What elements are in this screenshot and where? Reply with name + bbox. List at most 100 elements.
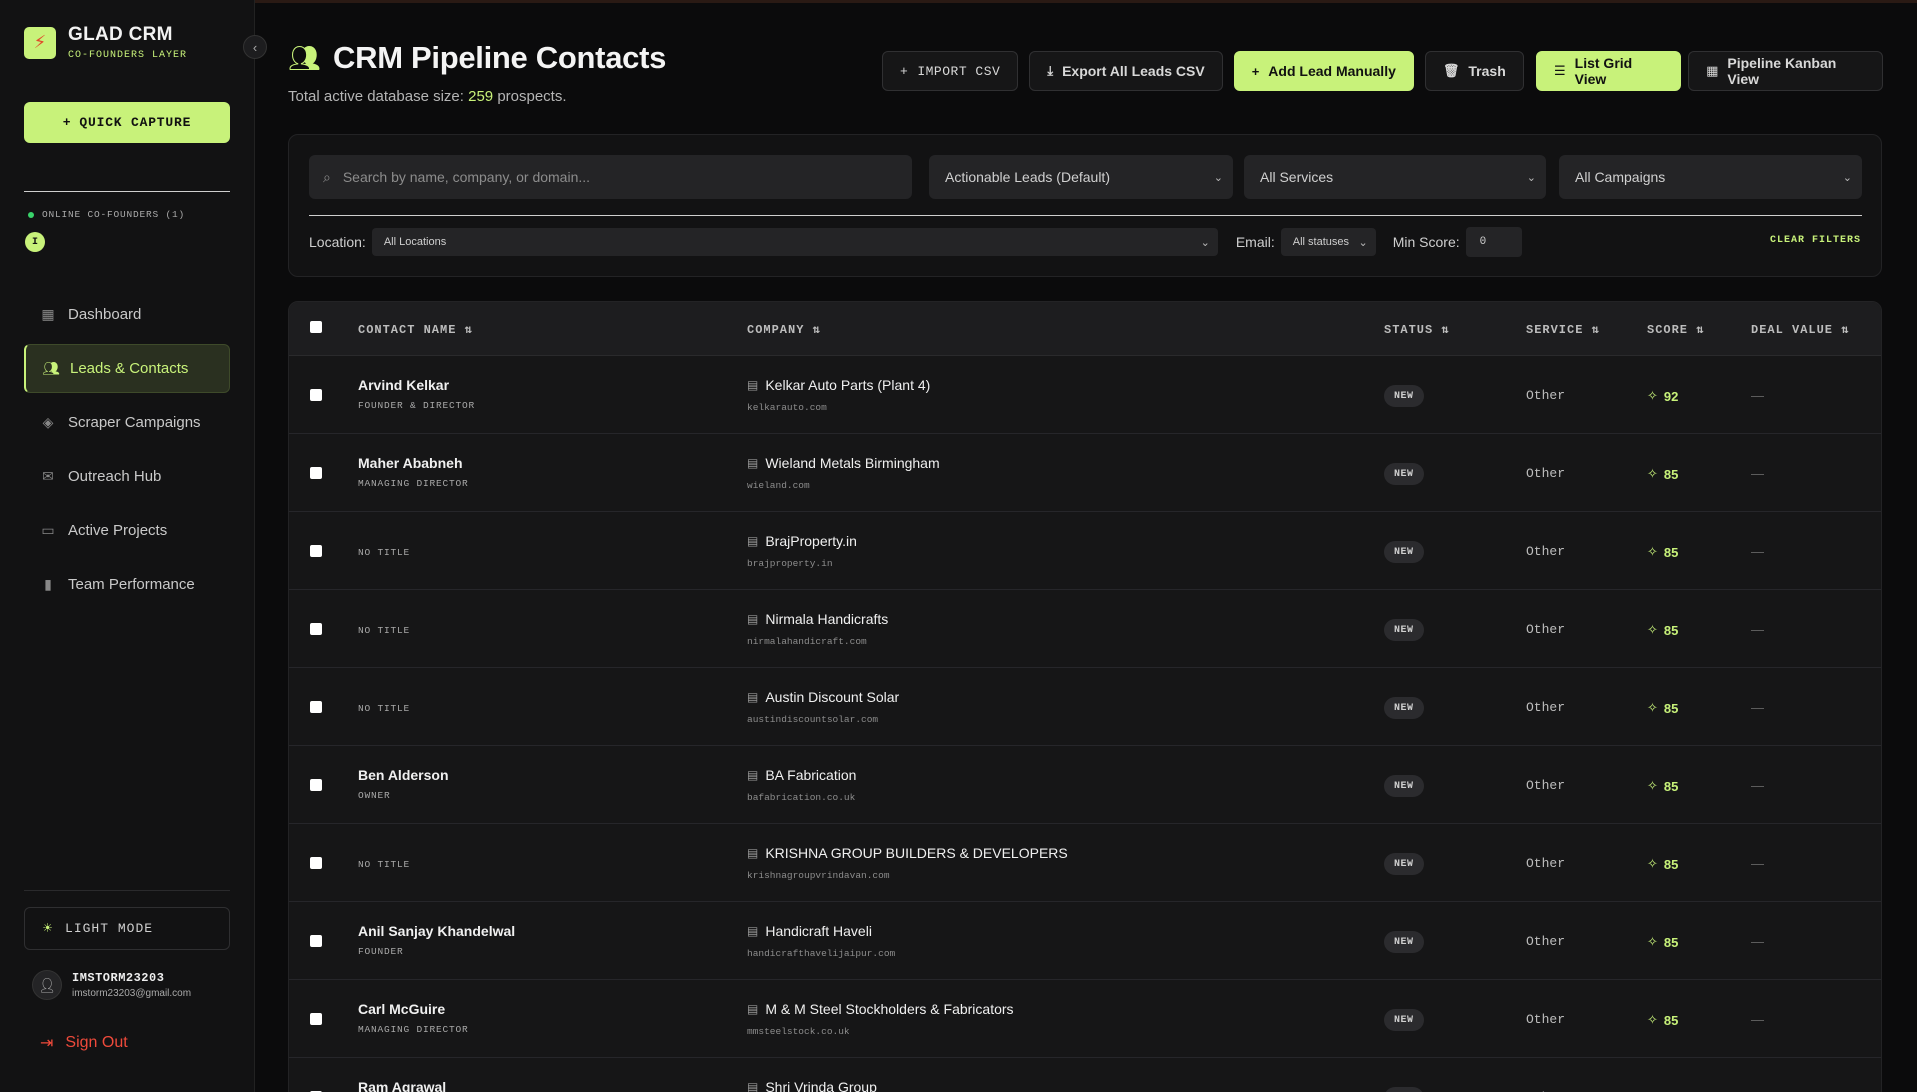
company-name[interactable]: ▤ KRISHNA GROUP BUILDERS & DEVELOPERS (747, 845, 1068, 861)
company-label: BrajProperty.in (765, 533, 857, 549)
light-mode-toggle[interactable]: ☀ LIGHT MODE (24, 907, 230, 950)
select-all-checkbox[interactable] (310, 321, 322, 333)
table-row[interactable]: Carl McGuire MANAGING DIRECTOR ▤ M & M Stee… (289, 980, 1881, 1058)
row-checkbox[interactable] (310, 389, 322, 401)
row-checkbox[interactable] (310, 1013, 322, 1025)
table-header: CONTACT NAME ⇅ COMPANY ⇅ STATUS ⇅ SERVIC… (289, 302, 1881, 356)
table-row[interactable]: NO TITLE ▤ BrajProperty.in brajproperty.in N… (289, 512, 1881, 590)
column-deal-value[interactable]: DEAL VALUE ⇅ (1751, 322, 1849, 337)
list-grid-view-button[interactable]: ☰ List Grid View (1536, 51, 1682, 91)
download-icon: ⤓ (1047, 63, 1054, 78)
sidebar-item-leads-contacts[interactable]: 👥︎ Leads & Contacts (24, 344, 230, 393)
contacts-table: CONTACT NAME ⇅ COMPANY ⇅ STATUS ⇅ SERVIC… (288, 301, 1882, 1092)
row-checkbox[interactable] (310, 545, 322, 557)
company-name[interactable]: ▤ Wieland Metals Birmingham (747, 455, 940, 471)
table-row[interactable]: Ben Alderson OWNER ▤ BA Fabrication bafabric… (289, 746, 1881, 824)
contact-name[interactable]: Ben Alderson (358, 767, 449, 783)
sidebar-nav: ▦ Dashboard 👥︎ Leads & Contacts ◈ Scrape… (24, 290, 230, 614)
contact-name[interactable]: Ram Agrawal (358, 1079, 446, 1092)
cofounder-avatar[interactable]: I (25, 232, 45, 252)
email-status-select[interactable]: All statuses ⌄ (1280, 228, 1376, 256)
company-name[interactable]: ▤ Handicraft Haveli (747, 923, 872, 939)
sidebar-item-scraper-campaigns[interactable]: ◈ Scraper Campaigns (24, 398, 230, 447)
company-label: Handicraft Haveli (765, 923, 872, 939)
sidebar-item-active-projects[interactable]: ▭ Active Projects (24, 506, 230, 555)
contact-name[interactable]: Maher Ababneh (358, 455, 463, 471)
sidebar-item-dashboard[interactable]: ▦ Dashboard (24, 290, 230, 339)
table-row[interactable]: NO TITLE ▤ Austin Discount Solar austindisc… (289, 668, 1881, 746)
status-badge: NEW (1384, 463, 1424, 485)
contact-title: NO TITLE (358, 859, 411, 870)
contact-name[interactable]: Carl McGuire (358, 1001, 445, 1017)
column-label: COMPANY (747, 323, 805, 337)
company-name[interactable]: ▤ M & M Steel Stockholders & Fabricators (747, 1001, 1014, 1017)
building-icon: ▤ (747, 846, 759, 860)
row-checkbox[interactable] (310, 701, 322, 713)
company-name[interactable]: ▤ BA Fabrication (747, 767, 856, 783)
quick-capture-label: QUICK CAPTURE (79, 115, 192, 130)
score-value: ✧ 85 (1647, 466, 1678, 482)
services-select[interactable]: All Services ⌄ (1244, 155, 1546, 199)
contact-name[interactable]: Anil Sanjay Khandelwal (358, 923, 515, 939)
column-company[interactable]: COMPANY ⇅ (747, 322, 821, 337)
table-row[interactable]: Maher Ababneh MANAGING DIRECTOR ▤ Wieland M… (289, 434, 1881, 512)
trash-button[interactable]: 🗑︎ Trash (1424, 51, 1524, 91)
search-input[interactable]: ⌕ Search by name, company, or domain... (309, 155, 912, 199)
brand[interactable]: ⚡ GLAD CRM CO-FOUNDERS LAYER (24, 24, 187, 61)
collapse-sidebar-button[interactable]: ‹ (243, 35, 267, 59)
table-row[interactable]: Arvind Kelkar FOUNDER & DIRECTOR ▤ Kelkar A… (289, 356, 1881, 434)
sidebar-item-outreach-hub[interactable]: ✉ Outreach Hub (24, 452, 230, 501)
table-row[interactable]: Anil Sanjay Khandelwal FOUNDER ▤ Handicraft… (289, 902, 1881, 980)
row-checkbox[interactable] (310, 779, 322, 791)
row-checkbox[interactable] (310, 857, 322, 869)
company-name[interactable]: ▤ Austin Discount Solar (747, 689, 899, 705)
sort-icon: ⇅ (1591, 323, 1600, 337)
user-profile[interactable]: 👤︎ IMSTORM23203 imstorm23203@gmail.com (32, 970, 191, 1000)
sidebar-item-label: Leads & Contacts (70, 360, 189, 377)
bolt-logo-icon: ⚡ (24, 26, 56, 59)
sort-icon: ⇅ (1696, 323, 1705, 337)
column-service[interactable]: SERVICE ⇅ (1526, 322, 1600, 337)
sign-out-button[interactable]: ⇥ Sign Out (40, 1033, 128, 1053)
status-badge: NEW (1384, 697, 1424, 719)
add-lead-button[interactable]: + Add Lead Manually (1233, 51, 1414, 91)
campaigns-select[interactable]: All Campaigns ⌄ (1559, 155, 1862, 199)
company-name[interactable]: ▤ Nirmala Handicrafts (747, 611, 888, 627)
service-value: Other (1526, 934, 1566, 949)
sort-icon: ⇅ (1441, 323, 1450, 337)
sparkle-icon: ✧ (1647, 544, 1658, 559)
building-icon: ▤ (747, 924, 759, 938)
export-csv-button[interactable]: ⤓ Export All Leads CSV (1029, 51, 1223, 91)
table-row[interactable]: NO TITLE ▤ KRISHNA GROUP BUILDERS & DEVELO… (289, 824, 1881, 902)
sidebar-item-team-performance[interactable]: ▮ Team Performance (24, 560, 230, 609)
row-checkbox[interactable] (310, 467, 322, 479)
deal-value: — (1751, 1012, 1764, 1027)
min-score-input[interactable]: 0 (1465, 227, 1522, 257)
location-select[interactable]: All Locations ⌄ (371, 228, 1218, 256)
table-row[interactable]: NO TITLE ▤ Nirmala Handicrafts nirmalahandi… (289, 590, 1881, 668)
building-icon: ▤ (747, 534, 759, 548)
table-row[interactable]: Ram Agrawal▤Shri Vrinda GroupNEWOther✧85… (289, 1058, 1881, 1092)
online-cofounders: ONLINE CO-FOUNDERS (1) (28, 209, 185, 220)
row-checkbox[interactable] (310, 623, 322, 635)
company-label: Shri Vrinda Group (765, 1079, 877, 1092)
column-status[interactable]: STATUS ⇅ (1384, 322, 1450, 337)
service-value: Other (1526, 1012, 1566, 1027)
lead-filter-select[interactable]: Actionable Leads (Default) ⌄ (929, 155, 1233, 199)
company-label: KRISHNA GROUP BUILDERS & DEVELOPERS (765, 845, 1068, 861)
import-csv-button[interactable]: + IMPORT CSV (882, 51, 1019, 91)
company-domain: austindiscountsolar.com (747, 714, 879, 725)
company-name[interactable]: ▤ Shri Vrinda Group (747, 1079, 877, 1092)
service-value: Other (1526, 622, 1566, 637)
column-contact-name[interactable]: CONTACT NAME ⇅ (358, 322, 473, 337)
column-score[interactable]: SCORE ⇅ (1647, 322, 1704, 337)
email-status-value: All statuses (1292, 236, 1349, 248)
kanban-view-button[interactable]: ▦ Pipeline Kanban View (1688, 51, 1883, 91)
quick-capture-button[interactable]: + QUICK CAPTURE (24, 102, 230, 143)
clear-filters-button[interactable]: CLEAR FILTERS (1770, 235, 1861, 246)
company-name[interactable]: ▤ BrajProperty.in (747, 533, 857, 549)
company-name[interactable]: ▤ Kelkar Auto Parts (Plant 4) (747, 377, 930, 393)
row-checkbox[interactable] (310, 935, 322, 947)
contact-name[interactable]: Arvind Kelkar (358, 377, 449, 393)
subtitle-prefix: Total active database size: (288, 88, 464, 105)
